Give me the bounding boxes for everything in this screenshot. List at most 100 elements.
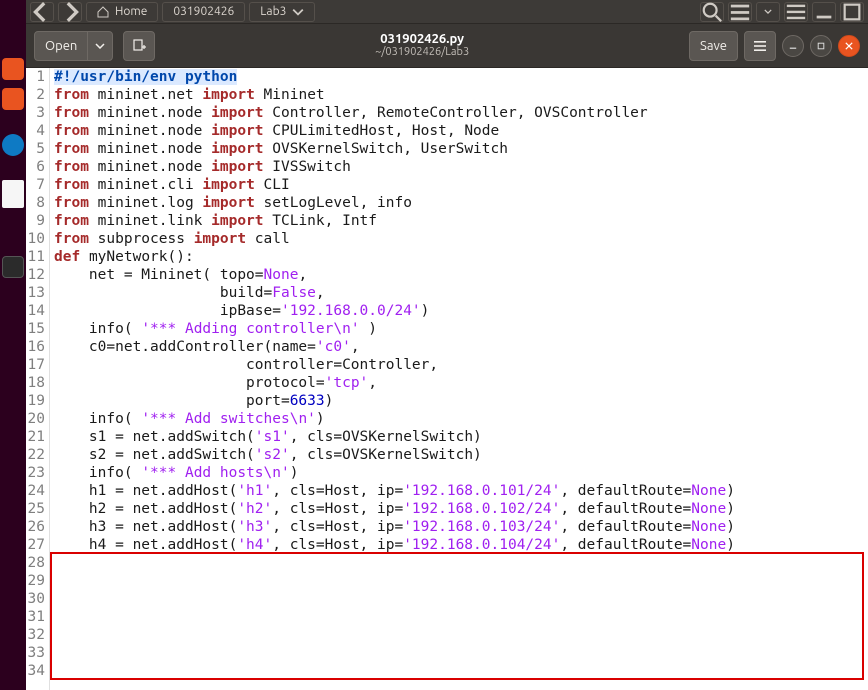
path-bar: Home 031902426 Lab3 xyxy=(26,0,868,24)
code-line[interactable]: from mininet.cli import CLI xyxy=(50,176,868,194)
line-number: 2 xyxy=(26,86,49,104)
code-line[interactable]: s2 = net.addSwitch('s2', cls=OVSKernelSw… xyxy=(50,446,868,464)
line-number: 6 xyxy=(26,158,49,176)
line-number: 7 xyxy=(26,176,49,194)
open-button-label: Open xyxy=(45,39,77,53)
breadcrumb-item-current[interactable]: Lab3 xyxy=(249,2,315,22)
hamburger-button[interactable] xyxy=(784,2,808,22)
hamburger-menu-button[interactable] xyxy=(744,31,776,61)
code-line[interactable]: protocol='tcp', xyxy=(50,374,868,392)
line-number: 5 xyxy=(26,140,49,158)
code-line[interactable]: ipBase='192.168.0.0/24') xyxy=(50,302,868,320)
window-maximize-button[interactable] xyxy=(810,35,832,57)
line-number: 32 xyxy=(26,626,49,644)
line-number: 4 xyxy=(26,122,49,140)
code-line[interactable]: from subprocess import call xyxy=(50,230,868,248)
code-line[interactable]: s1 = net.addSwitch('s1', cls=OVSKernelSw… xyxy=(50,428,868,446)
code-line[interactable]: info( '*** Add hosts\n') xyxy=(50,464,868,482)
minimize-button[interactable] xyxy=(812,2,836,22)
window-minimize-button[interactable] xyxy=(782,35,804,57)
dock-app-icon[interactable] xyxy=(2,256,24,278)
line-number: 30 xyxy=(26,590,49,608)
code-line[interactable]: def myNetwork(): xyxy=(50,248,868,266)
line-number: 23 xyxy=(26,464,49,482)
line-number: 15 xyxy=(26,320,49,338)
list-icon xyxy=(729,1,751,23)
code-line[interactable]: from mininet.net import Mininet xyxy=(50,86,868,104)
line-number: 17 xyxy=(26,356,49,374)
hamburger-icon xyxy=(785,1,807,23)
code-content[interactable]: #!/usr/bin/env pythonfrom mininet.net im… xyxy=(50,68,868,690)
code-line[interactable]: h4 = net.addHost('h4', cls=Host, ip='192… xyxy=(50,536,868,554)
view-list-button[interactable] xyxy=(728,2,752,22)
code-line[interactable]: h1 = net.addHost('h1', cls=Host, ip='192… xyxy=(50,482,868,500)
dock-app-icon[interactable] xyxy=(2,88,24,110)
code-line[interactable]: h2 = net.addHost('h2', cls=Host, ip='192… xyxy=(50,500,868,518)
dock-app-icon[interactable] xyxy=(2,58,24,80)
open-recent-button[interactable] xyxy=(87,31,113,61)
code-line[interactable]: from mininet.node import CPULimitedHost,… xyxy=(50,122,868,140)
editor-area[interactable]: 1234567891011121314151617181920212223242… xyxy=(26,68,868,690)
line-number: 26 xyxy=(26,518,49,536)
maximize-button[interactable] xyxy=(840,2,864,22)
line-number: 20 xyxy=(26,410,49,428)
line-number-gutter: 1234567891011121314151617181920212223242… xyxy=(26,68,50,690)
code-line[interactable]: from mininet.node import OVSKernelSwitch… xyxy=(50,140,868,158)
new-document-icon xyxy=(132,39,146,53)
close-icon xyxy=(845,42,853,50)
code-line[interactable]: info( '*** Add switches\n') xyxy=(50,410,868,428)
save-button[interactable]: Save xyxy=(689,31,738,61)
breadcrumb-home-label: Home xyxy=(115,5,147,18)
breadcrumb-label: 031902426 xyxy=(173,5,234,18)
code-line[interactable]: net = Mininet( topo=None, xyxy=(50,266,868,284)
chevron-down-icon xyxy=(292,6,304,18)
line-number: 10 xyxy=(26,230,49,248)
code-line[interactable]: c0=net.addController(name='c0', xyxy=(50,338,868,356)
code-line[interactable]: port=6633) xyxy=(50,392,868,410)
window-close-button[interactable] xyxy=(838,35,860,57)
line-number: 27 xyxy=(26,536,49,554)
line-number: 19 xyxy=(26,392,49,410)
line-number: 21 xyxy=(26,428,49,446)
code-line[interactable]: from mininet.node import IVSSwitch xyxy=(50,158,868,176)
dock-app-icon[interactable] xyxy=(2,134,24,156)
line-number: 33 xyxy=(26,644,49,662)
maximize-icon xyxy=(817,42,825,50)
breadcrumb-label: Lab3 xyxy=(260,5,286,18)
nav-back-button[interactable] xyxy=(30,2,54,22)
code-line[interactable]: #!/usr/bin/env python xyxy=(50,68,868,86)
code-line[interactable]: h3 = net.addHost('h3', cls=Host, ip='192… xyxy=(50,518,868,536)
header-title-area: 031902426.py ~/031902426/Lab3 xyxy=(163,33,681,58)
line-number: 25 xyxy=(26,500,49,518)
breadcrumb-item[interactable]: 031902426 xyxy=(162,2,245,22)
line-number: 8 xyxy=(26,194,49,212)
save-button-label: Save xyxy=(700,39,727,53)
line-number: 13 xyxy=(26,284,49,302)
minimize-icon xyxy=(789,42,797,50)
search-button[interactable] xyxy=(700,2,724,22)
line-number: 18 xyxy=(26,374,49,392)
line-number: 34 xyxy=(26,662,49,680)
search-icon xyxy=(701,1,723,23)
breadcrumb-home[interactable]: Home xyxy=(86,2,158,22)
line-number: 22 xyxy=(26,446,49,464)
gedit-window: Home 031902426 Lab3 xyxy=(26,0,868,690)
dock-app-icon[interactable] xyxy=(2,180,24,208)
line-number: 31 xyxy=(26,608,49,626)
open-button[interactable]: Open xyxy=(34,31,88,61)
code-line[interactable]: from mininet.link import TCLink, Intf xyxy=(50,212,868,230)
line-number: 11 xyxy=(26,248,49,266)
view-dropdown-button[interactable] xyxy=(756,2,780,22)
home-icon xyxy=(97,6,109,18)
line-number: 12 xyxy=(26,266,49,284)
code-line[interactable]: build=False, xyxy=(50,284,868,302)
hamburger-icon xyxy=(753,39,767,53)
line-number: 1 xyxy=(26,68,49,86)
line-number: 14 xyxy=(26,302,49,320)
code-line[interactable]: info( '*** Adding controller\n' ) xyxy=(50,320,868,338)
code-line[interactable]: from mininet.log import setLogLevel, inf… xyxy=(50,194,868,212)
code-line[interactable]: from mininet.node import Controller, Rem… xyxy=(50,104,868,122)
nav-forward-button[interactable] xyxy=(58,2,82,22)
code-line[interactable]: controller=Controller, xyxy=(50,356,868,374)
new-tab-button[interactable] xyxy=(123,31,155,61)
